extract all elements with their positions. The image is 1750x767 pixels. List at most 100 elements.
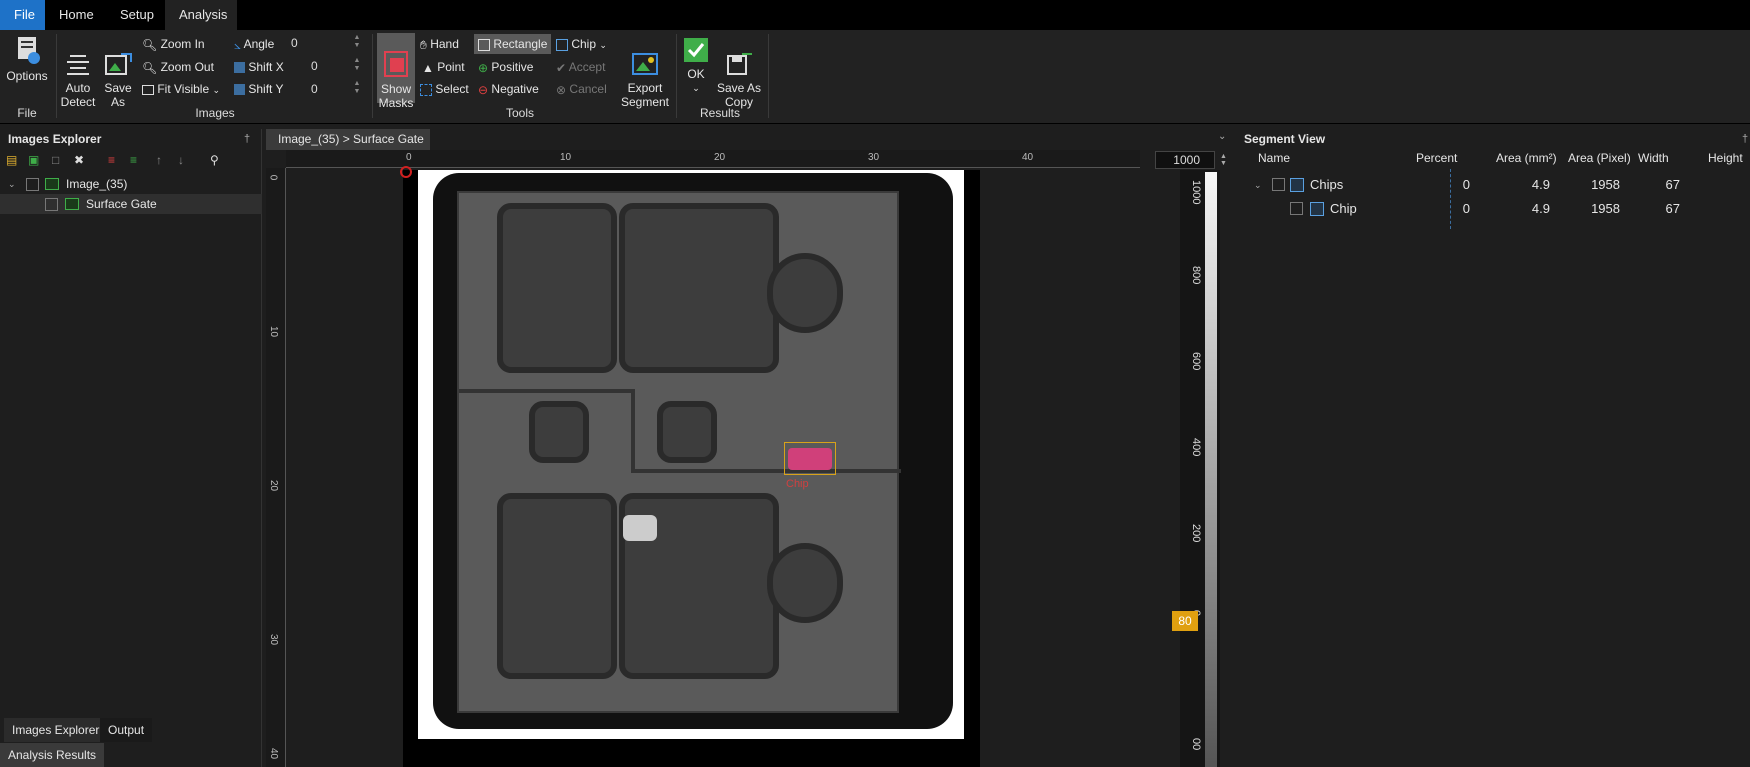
select-icon: [420, 83, 432, 96]
pin-icon[interactable]: †: [244, 133, 250, 145]
save-as-copy-label: Save As Copy: [716, 81, 762, 109]
shift-x-label: Shift X: [234, 60, 284, 74]
remove-list-icon[interactable]: ≡: [108, 153, 124, 169]
image-icon: [45, 178, 59, 190]
ok-button[interactable]: OK ⌄: [680, 36, 712, 95]
ok-label: OK: [687, 67, 705, 81]
hand-tool-button[interactable]: ✋︎ Hand: [420, 37, 459, 52]
rectangle-icon: [478, 38, 490, 51]
threshold-slider[interactable]: 1000 800 600 400 200 0 00: [1180, 170, 1220, 767]
select-label: Select: [435, 82, 469, 96]
zoom-out-icon: 🔍︎: [142, 60, 158, 75]
slider-label: 600: [1190, 352, 1202, 371]
cancel-button[interactable]: ⊗ Cancel: [556, 82, 607, 97]
angle-label: ⦣ Angle: [234, 37, 275, 52]
zoom-out-button[interactable]: 🔍︎ Zoom Out: [142, 60, 214, 75]
chip-dropdown[interactable]: Chip ⌄: [556, 37, 607, 52]
move-up-icon[interactable]: ↑: [156, 153, 172, 169]
fit-visible-button[interactable]: Fit Visible ⌄: [142, 82, 220, 97]
chevron-down-icon[interactable]: ⌄: [1254, 173, 1262, 197]
options-button[interactable]: Options: [4, 34, 50, 83]
shift-y-input[interactable]: 0: [308, 80, 358, 98]
remove-image-icon[interactable]: □: [52, 153, 68, 169]
show-masks-button[interactable]: Show Masks: [377, 33, 415, 110]
delete-icon[interactable]: ✖: [74, 153, 90, 169]
table-icon: [1290, 178, 1304, 192]
point-tool-button[interactable]: ▲︎ Point: [422, 60, 465, 75]
auto-detect-label: Auto Detect: [60, 81, 96, 109]
chevron-down-icon: ⌄: [692, 83, 700, 93]
tree-checkbox[interactable]: [45, 198, 58, 211]
vertical-ruler: 0 10 20 30 40: [266, 168, 286, 767]
options-label: Options: [6, 69, 48, 83]
column-header-area-mm[interactable]: Area (mm²): [1496, 151, 1557, 165]
shift-x-input[interactable]: 0: [308, 57, 358, 75]
vruler-tick: 0: [267, 174, 279, 181]
angle-spinner[interactable]: ▲ ▼: [352, 34, 362, 52]
tab-output[interactable]: Output: [100, 718, 153, 742]
hruler-tick: 10: [560, 152, 572, 163]
tab-home[interactable]: Home: [45, 0, 109, 30]
column-header-height[interactable]: Height: [1708, 151, 1743, 165]
chevron-down-icon[interactable]: ⌄: [8, 174, 16, 194]
negative-button[interactable]: ⊖ Negative: [478, 82, 539, 97]
shift-x-spinner[interactable]: ▲ ▼: [352, 57, 362, 75]
tab-analysis[interactable]: Analysis: [165, 0, 237, 30]
table-row[interactable]: Chip 0 4.9 1958 67: [1240, 197, 1750, 221]
add-list-icon[interactable]: ≡: [130, 153, 146, 169]
trace: [631, 469, 901, 473]
open-folder-icon[interactable]: ▤: [6, 153, 22, 169]
segment-selection-box[interactable]: [784, 442, 836, 475]
tab-file[interactable]: File: [0, 0, 45, 30]
export-segment-label: Export Segment: [620, 81, 670, 109]
select-tool-button[interactable]: Select: [420, 82, 469, 96]
table-row[interactable]: ⌄ Chips 0 4.9 1958 67: [1240, 173, 1750, 197]
image-canvas[interactable]: Chip: [286, 168, 1140, 767]
rectangle-tool-button[interactable]: Rectangle: [474, 34, 552, 54]
chip-image: [433, 173, 953, 729]
shift-y-icon: [234, 84, 245, 96]
cancel-circle-icon: ⊗: [556, 82, 567, 97]
auto-detect-button[interactable]: Auto Detect: [58, 36, 98, 123]
fit-visible-label: Fit Visible: [157, 82, 210, 96]
zoom-spinner[interactable]: ▲ ▼: [1220, 153, 1227, 167]
show-masks-label: Show Masks: [378, 82, 414, 110]
row-checkbox[interactable]: [1290, 202, 1303, 215]
document-tab[interactable]: Image_(35) > Surface Gate: [266, 129, 430, 150]
shift-y-label: Shift Y: [234, 82, 283, 96]
negative-label: Negative: [491, 82, 539, 96]
pin-icon[interactable]: †: [1742, 133, 1748, 145]
bond-pad: [529, 401, 589, 463]
slider-thumb[interactable]: 80: [1172, 611, 1198, 631]
shift-y-spinner[interactable]: ▲ ▼: [352, 80, 362, 98]
tree-item-image[interactable]: ⌄ Image_(35): [0, 174, 262, 194]
column-header-area-pixel[interactable]: Area (Pixel): [1568, 151, 1631, 165]
column-header-width[interactable]: Width: [1638, 151, 1669, 165]
slider-track[interactable]: [1205, 172, 1217, 767]
bond-pad: [767, 253, 843, 333]
chevron-down-icon[interactable]: ⌄: [1218, 131, 1226, 142]
images-explorer-panel: Images Explorer † ▤ ▣ □ ✖ ≡ ≡ ↑ ↓ ⚲ ⌄ Im…: [0, 129, 262, 767]
tab-setup[interactable]: Setup: [106, 0, 168, 30]
tab-images-explorer[interactable]: Images Explorer: [4, 718, 108, 742]
row-checkbox[interactable]: [1272, 178, 1285, 191]
save-as-button[interactable]: Save As: [98, 36, 138, 123]
chevron-down-icon: ⌄: [599, 40, 607, 50]
tree-item-surface-gate[interactable]: Surface Gate: [0, 194, 262, 214]
move-down-icon[interactable]: ↓: [178, 153, 194, 169]
column-header-percent[interactable]: Percent: [1416, 151, 1457, 165]
bond-pad: [619, 203, 779, 373]
vruler-tick: 10: [268, 325, 280, 338]
tree-checkbox[interactable]: [26, 178, 39, 191]
positive-button[interactable]: ⊕ Positive: [478, 60, 533, 75]
accept-button[interactable]: ✔ Accept: [556, 60, 605, 75]
zoom-value-input[interactable]: 1000: [1155, 151, 1215, 169]
add-image-icon[interactable]: ▣: [28, 153, 44, 169]
angle-icon: ⦣: [234, 37, 241, 52]
zoom-in-button[interactable]: 🔍︎ Zoom In: [142, 37, 205, 52]
angle-input[interactable]: 0: [288, 34, 358, 52]
tab-analysis-results[interactable]: Analysis Results: [0, 743, 105, 767]
search-icon[interactable]: ⚲: [210, 153, 226, 169]
export-segment-button[interactable]: Export Segment: [620, 36, 670, 123]
column-header-name[interactable]: Name: [1258, 151, 1290, 165]
